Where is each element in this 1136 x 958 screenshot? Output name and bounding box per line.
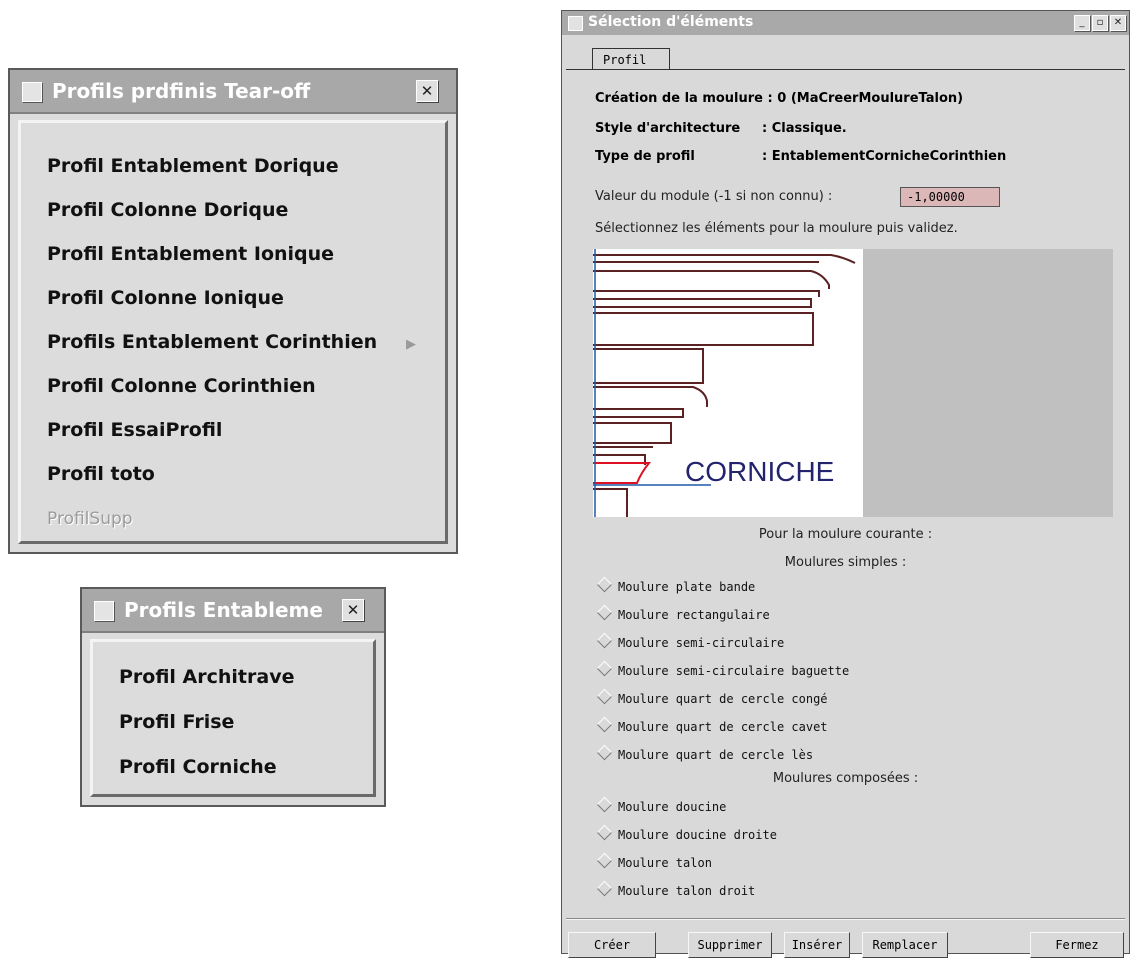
window-menu-icon[interactable]	[94, 601, 114, 621]
radio-doucine-droite[interactable]: Moulure doucine droite	[595, 824, 777, 842]
current-molding-label: Pour la moulure courante :	[758, 527, 933, 542]
menu-item-essaiprofil[interactable]: Profil EssaiProfil	[47, 419, 222, 441]
menu-body: Profil Architrave Profil Frise Profil Co…	[90, 639, 376, 797]
tearoff-menu-predefined-profiles: Profils prdfinis Tear-off ✕ Profil Entab…	[8, 68, 458, 554]
window-menu-icon[interactable]	[22, 82, 42, 102]
tearoff-menu-entablement: Profils Entableme ✕ Profil Architrave Pr…	[80, 587, 386, 807]
replace-button[interactable]: Remplacer	[862, 932, 948, 958]
menu-item-entablement-ionique[interactable]: Profil Entablement Ionique	[47, 243, 334, 265]
radio-indicator-icon	[596, 660, 613, 677]
menu-title-bar[interactable]: Profils prdfinis Tear-off ✕	[10, 70, 456, 114]
radio-indicator-icon	[596, 744, 613, 761]
menu-title-bar[interactable]: Profils Entableme ✕	[82, 589, 384, 633]
selection-dialog: Sélection d'éléments _ ▫ ✕ Profil Créati…	[561, 10, 1130, 958]
radio-indicator-icon	[596, 824, 613, 841]
radio-indicator-icon	[596, 688, 613, 705]
simple-moldings-header: Moulures simples :	[784, 555, 907, 570]
menu-item-entablement-dorique[interactable]: Profil Entablement Dorique	[47, 155, 339, 177]
instruction-text: Sélectionnez les éléments pour la moulur…	[595, 221, 958, 236]
menu-item-toto[interactable]: Profil toto	[47, 463, 155, 485]
radio-indicator-icon	[596, 880, 613, 897]
radio-semi-circulaire[interactable]: Moulure semi-circulaire	[595, 632, 784, 650]
module-value-field[interactable]: -1,00000	[900, 187, 1000, 207]
cornice-profile-image: CORNICHE	[593, 249, 856, 517]
style-value: : Classique.	[762, 121, 847, 136]
menu-item-frise[interactable]: Profil Frise	[119, 711, 234, 733]
creation-info: Création de la moulure : 0 (MaCreerMoulu…	[595, 91, 964, 106]
radio-plate-bande[interactable]: Moulure plate bande	[595, 576, 755, 594]
radio-semi-circulaire-baguette[interactable]: Moulure semi-circulaire baguette	[595, 660, 849, 678]
tab-profil[interactable]: Profil	[592, 48, 670, 70]
radio-talon-droit[interactable]: Moulure talon droit	[595, 880, 755, 898]
radio-indicator-icon	[596, 632, 613, 649]
menu-item-colonne-ionique[interactable]: Profil Colonne Ionique	[47, 287, 284, 309]
menu-item-colonne-dorique[interactable]: Profil Colonne Dorique	[47, 199, 288, 221]
menu-item-corniche[interactable]: Profil Corniche	[119, 756, 277, 778]
style-label: Style d'architecture	[595, 121, 741, 136]
minimize-icon[interactable]: _	[1074, 15, 1090, 31]
window-menu-icon[interactable]	[568, 16, 583, 31]
preview-label: CORNICHE	[685, 456, 834, 487]
radio-indicator-icon	[596, 716, 613, 733]
cornice-drawing: CORNICHE	[593, 249, 863, 517]
radio-quart-cercle-les[interactable]: Moulure quart de cercle lès	[595, 744, 813, 762]
create-button[interactable]: Créer	[568, 932, 656, 958]
close-icon[interactable]: ✕	[416, 80, 438, 102]
radio-indicator-icon	[596, 576, 613, 593]
menu-item-entablement-corinthien[interactable]: Profils Entablement Corinthien	[47, 331, 377, 353]
close-icon[interactable]: ✕	[1110, 15, 1126, 31]
dialog-title-bar[interactable]: Sélection d'éléments _ ▫ ✕	[562, 11, 1129, 35]
profile-preview: CORNICHE	[593, 249, 1113, 517]
radio-quart-cercle-cavet[interactable]: Moulure quart de cercle cavet	[595, 716, 828, 734]
radio-talon[interactable]: Moulure talon	[595, 852, 712, 870]
radio-rectangulaire[interactable]: Moulure rectangulaire	[595, 604, 770, 622]
tab-divider	[566, 69, 1125, 70]
menu-title: Profils prdfinis Tear-off	[52, 79, 311, 103]
menu-item-profilsupp: ProfilSupp	[47, 509, 133, 529]
close-button[interactable]: Fermez	[1030, 932, 1124, 958]
radio-quart-cercle-conge[interactable]: Moulure quart de cercle congé	[595, 688, 828, 706]
radio-indicator-icon	[596, 604, 613, 621]
dialog-title: Sélection d'éléments	[588, 14, 754, 30]
type-label: Type de profil	[595, 149, 695, 164]
radio-indicator-icon	[596, 796, 613, 813]
submenu-arrow-icon: ▶	[406, 337, 416, 352]
delete-button[interactable]: Supprimer	[688, 932, 772, 958]
radio-indicator-icon	[596, 852, 613, 869]
menu-title: Profils Entableme	[124, 598, 323, 622]
type-value: : EntablementCornicheCorinthien	[762, 149, 1007, 164]
insert-button[interactable]: Insérer	[784, 932, 850, 958]
maximize-icon[interactable]: ▫	[1092, 15, 1108, 31]
module-label: Valeur du module (-1 si non connu) :	[595, 189, 833, 204]
close-icon[interactable]: ✕	[342, 599, 364, 621]
menu-item-colonne-corinthien[interactable]: Profil Colonne Corinthien	[47, 375, 316, 397]
composed-moldings-header: Moulures composées :	[772, 771, 919, 786]
radio-doucine[interactable]: Moulure doucine	[595, 796, 726, 814]
button-separator	[566, 918, 1125, 920]
menu-item-architrave[interactable]: Profil Architrave	[119, 666, 294, 688]
menu-body: Profil Entablement Dorique Profil Colonn…	[18, 120, 448, 544]
